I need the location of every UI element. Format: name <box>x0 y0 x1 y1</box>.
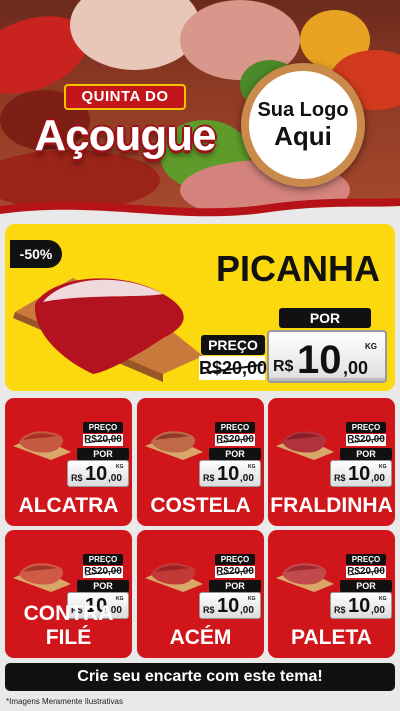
preco-label: PREÇO <box>201 335 265 355</box>
preco-label: PREÇO <box>215 554 255 565</box>
unit: KG <box>116 464 124 470</box>
unit: KG <box>248 464 256 470</box>
picanha-image <box>13 278 203 382</box>
discount-badge: -50% <box>10 240 62 268</box>
new-price: R$ 10 ,00 KG <box>267 330 387 383</box>
preco-label: PREÇO <box>215 422 255 433</box>
meat-image <box>276 563 334 592</box>
product-card[interactable]: PREÇOR$20,00 POR R$10,00 KG FRALDINHA <box>268 398 395 526</box>
logo-placeholder[interactable]: Sua Logo Aqui <box>241 63 365 187</box>
new-price: R$ 10,00 KG <box>67 460 129 487</box>
old-price: R$20,00 <box>83 434 123 446</box>
product-card[interactable]: PREÇOR$20,00 POR R$10,00 KG PALETA <box>268 530 395 658</box>
meat-image <box>276 431 334 460</box>
unit: KG <box>248 596 256 602</box>
logo-text-line1: Sua Logo <box>257 99 349 121</box>
product-name: ACÉM <box>169 626 232 649</box>
por-label: POR <box>209 448 261 460</box>
disclaimer: *Imagens Meramente Ilustrativas <box>6 697 123 706</box>
price-decimal: ,00 <box>343 358 369 378</box>
price-integer: 10 <box>217 595 240 617</box>
old-price: R$20,00 <box>215 434 255 446</box>
product-name: ALCATRA <box>18 494 119 517</box>
product-name: COSTELA <box>150 494 251 517</box>
por-label: POR <box>209 580 261 592</box>
old-price: R$20,00 <box>199 356 267 380</box>
unit: KG <box>365 342 377 351</box>
new-price: R$ 10,00 KG <box>199 460 261 487</box>
meat-image <box>145 563 203 592</box>
meat-image <box>13 563 71 592</box>
old-price: R$20,00 <box>83 566 123 578</box>
featured-title: PICANHA <box>215 248 380 289</box>
preco-label: PREÇO <box>346 422 386 433</box>
featured-price: POR PREÇO R$20,00 R$ 10 ,00 KG <box>195 303 392 385</box>
por-label: POR <box>340 448 392 460</box>
product-name: FRALDINHA <box>270 494 393 517</box>
currency: R$ <box>203 473 215 483</box>
product-name: PALETA <box>291 626 372 649</box>
unit: KG <box>379 464 387 470</box>
price-decimal: ,00 <box>240 473 254 484</box>
brand-title: Açougue <box>34 111 216 160</box>
currency: R$ <box>334 473 346 483</box>
logo-text-line2: Aqui <box>274 121 332 151</box>
price-decimal: ,00 <box>371 473 385 484</box>
meat-image <box>145 431 203 460</box>
por-label: POR <box>77 448 129 460</box>
product-card[interactable]: PREÇOR$20,00 POR R$10,00 KG ALCATRA <box>5 398 132 526</box>
product-card[interactable]: PREÇOR$20,00PORR$10,00KGCONTRA FILÉ <box>5 530 132 658</box>
currency: R$ <box>203 605 215 615</box>
brand-logo: QUINTA DO Açougue <box>30 84 220 168</box>
price-decimal: ,00 <box>371 605 385 616</box>
currency: R$ <box>334 605 346 615</box>
header-wave <box>0 198 400 226</box>
currency: R$ <box>71 473 83 483</box>
price-decimal: ,00 <box>108 473 122 484</box>
logo-circle: Sua Logo Aqui <box>249 71 357 179</box>
por-label: POR <box>340 580 392 592</box>
old-price: R$20,00 <box>346 566 386 578</box>
preco-label: PREÇO <box>346 554 386 565</box>
price-integer: 10 <box>217 463 240 485</box>
preco-label: PREÇO <box>83 422 123 433</box>
old-price: R$20,00 <box>215 566 255 578</box>
currency: R$ <box>273 358 294 375</box>
product-card[interactable]: PREÇOR$20,00 POR R$10,00 KG COSTELA <box>137 398 264 526</box>
por-label: POR <box>279 308 371 328</box>
meat-image <box>13 431 71 460</box>
unit: KG <box>379 596 387 602</box>
header-banner: QUINTA DO Açougue Sua Logo Aqui <box>0 0 400 218</box>
price-integer: 10 <box>297 338 342 382</box>
price-decimal: ,00 <box>240 605 254 616</box>
new-price: R$ 10,00 KG <box>199 592 261 619</box>
price-integer: 10 <box>348 463 371 485</box>
cta-banner[interactable]: Crie seu encarte com este tema! <box>5 663 395 691</box>
por-label: POR <box>77 580 129 592</box>
product-name: CONTRA FILÉ <box>23 602 114 649</box>
preco-label: PREÇO <box>83 554 123 565</box>
new-price: R$ 10,00 KG <box>330 460 392 487</box>
old-price: R$20,00 <box>346 434 386 446</box>
price-integer: 10 <box>85 463 108 485</box>
product-card[interactable]: PREÇOR$20,00 POR R$10,00 KG ACÉM <box>137 530 264 658</box>
price-integer: 10 <box>348 595 371 617</box>
new-price: R$ 10,00 KG <box>330 592 392 619</box>
